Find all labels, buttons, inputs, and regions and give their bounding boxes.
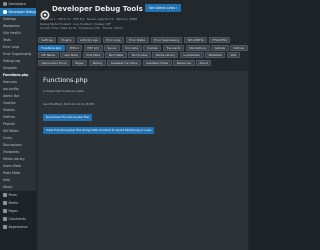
sidebar-subitem[interactable]: Phpinfo (0, 121, 36, 128)
tab-php-ini[interactable]: PHP.ini (66, 44, 83, 51)
sidebar-subitem[interactable]: htaccess (0, 79, 36, 86)
sidebar-subitem[interactable]: Transients (0, 149, 36, 156)
tab-defines[interactable]: Defines (230, 44, 248, 51)
tab-apis[interactable]: APIs (226, 52, 240, 58)
tab-regex[interactable]: Regex (71, 59, 88, 66)
sidebar-subitem[interactable]: Crons (0, 135, 36, 142)
posts-icon (3, 193, 7, 197)
tab-server[interactable]: Server (104, 44, 121, 51)
sidebar-subitem[interactable]: Site Health (0, 30, 36, 37)
tab-activity-logs[interactable]: Activity Logs (76, 37, 102, 43)
content-panel: Functions.php A loader that functions re… (38, 71, 248, 250)
sidebar-subitem[interactable]: Cookies (0, 100, 36, 107)
tab-user-meta[interactable]: User Meta (60, 52, 82, 58)
pages-icon (3, 209, 7, 213)
sidebar-subitem[interactable]: About (0, 184, 36, 191)
comments-icon (3, 217, 7, 221)
tab-transients[interactable]: Transients (162, 44, 185, 51)
tab-error-logs[interactable]: Error Logs (102, 37, 124, 43)
tab-cron-jobs[interactable]: Cron Jobs (121, 44, 142, 51)
tab-globals[interactable]: Globals (211, 44, 229, 51)
tab-db-tables[interactable]: DB Tables (38, 52, 59, 58)
sidebar-subitem[interactable]: Wordpress (0, 23, 36, 30)
sidebar-item-developer-debug-tools[interactable]: Developer Debug Tools (0, 8, 36, 16)
tab-localization[interactable]: Localization (179, 52, 204, 58)
panel-title: Functions.php (43, 76, 88, 84)
sidebar-subitem[interactable]: Tests (0, 37, 36, 44)
panel-description: A loader that functions reads. (43, 89, 85, 93)
sidebar-subitem[interactable]: Debug Log (0, 58, 36, 65)
tab-term-meta[interactable]: Term Meta (105, 52, 127, 58)
sidebar-item-appearance[interactable]: Appearance (0, 223, 36, 231)
tab-metadata[interactable]: Metadata (205, 52, 226, 58)
tab-available-functions[interactable]: Available Functions (107, 59, 142, 66)
sidebar-item-pages[interactable]: Pages (0, 207, 36, 215)
sidebar-subitem[interactable]: Error Suppressing (0, 51, 36, 58)
sidebar-submenu: Settings Wordpress Site Health Tests Error L… (0, 16, 36, 191)
tab-php-info[interactable]: PHP Info (83, 44, 103, 51)
tab-post-meta[interactable]: Post Meta (82, 52, 104, 58)
tab-testing[interactable]: Testing (88, 59, 106, 66)
debug-tools-icon (3, 10, 7, 14)
sidebar-item-dashboard[interactable]: Dashboard (0, 0, 36, 8)
info-line: Debug Mode: Enabled · Log: Enabled · Dis… (40, 21, 111, 26)
sidebar-item-label: Posts (8, 193, 17, 197)
sidebar-item-label: Appearance (8, 225, 28, 229)
sidebar-item-label: Comments (8, 217, 26, 221)
tab-shortcodes[interactable]: Shortcodes (128, 52, 151, 58)
sidebar-subitem[interactable]: Snippets (0, 65, 36, 72)
tab-htaccess[interactable]: HTACCESS (208, 37, 231, 43)
dashboard-icon (3, 2, 7, 6)
sidebar-item-label: Pages (8, 209, 18, 213)
sidebar-item-label: Dashboard (8, 2, 26, 6)
info-line: Current Time: 2024-12-10 · Timezone: UTC… (40, 26, 123, 30)
tab-functions-php[interactable]: Functions.php (38, 44, 65, 51)
sidebar-item-label: Developer Debug Tools (8, 10, 37, 14)
sidebar-subitem[interactable]: Error Logs (0, 44, 36, 51)
sidebar-item-media[interactable]: Media (0, 199, 36, 207)
tab-site-options[interactable]: Site Options (185, 44, 210, 51)
sidebar-item-comments[interactable]: Comments (0, 215, 36, 223)
sidebar-subitem[interactable]: Settings (0, 16, 36, 23)
sidebar-subitem[interactable]: Media Library (0, 156, 36, 163)
tab-wp-config[interactable]: WP-CONFIG (183, 37, 208, 43)
tool-tabs: Settings Plugins Activity Logs Error Logs Er… (38, 37, 248, 66)
tab-available-hooks[interactable]: Available Hooks (142, 59, 172, 66)
tab-error-status[interactable]: Error Status (125, 37, 150, 43)
view-functions-button[interactable]: View Functions.php File Using Safe Conte… (43, 127, 155, 134)
appearance-icon (3, 225, 7, 229)
tab-cookies[interactable]: Cookies (143, 44, 162, 51)
tab-deprecated-funcs[interactable]: Deprecated Funcs (38, 59, 71, 66)
last-modified-text: Last Modified: 2024-12-10 12:28 PM (43, 102, 94, 106)
sidebar-subitem[interactable]: wp-config (0, 86, 36, 93)
download-functions-button[interactable]: Download Functions.php File (43, 114, 92, 121)
sidebar-item-posts[interactable]: Posts (0, 191, 36, 199)
sidebar-subitem[interactable]: Defines (0, 114, 36, 121)
sidebar-subitem[interactable]: Users Meta (0, 163, 36, 170)
sidebar-subitem[interactable]: Admin Bar (0, 93, 36, 100)
admin-links-button[interactable]: See Admin Links › (145, 4, 181, 12)
sidebar-item-label: Media (8, 201, 19, 205)
sidebar-subitem[interactable]: Discussions (0, 142, 36, 149)
admin-sidebar: Dashboard Developer Debug Tools SettingsWo… (0, 0, 36, 250)
page-title: Developer Debug Tools (52, 5, 143, 13)
sidebar-subitem[interactable]: Globals (0, 107, 36, 114)
debug-logo-icon (40, 5, 50, 20)
tab-plugins[interactable]: Plugins (57, 37, 76, 43)
page-header: Developer Debug Tools See Admin Links › … (38, 2, 248, 34)
info-line: Plugin v2.1 · WP 6.7.1 · PHP 8.2 · Serve… (40, 17, 137, 21)
sidebar-subitem[interactable]: Posts Meta (0, 170, 36, 177)
sidebar-subitem[interactable]: Help (0, 177, 36, 184)
tab-about[interactable]: About (196, 59, 212, 66)
sidebar-subitem[interactable]: DB Tables (0, 128, 36, 135)
main-content: Developer Debug Tools See Admin Links › … (36, 0, 250, 250)
sidebar-subitem[interactable]: Functions.php (0, 72, 36, 79)
tab-settings[interactable]: Settings (38, 37, 57, 43)
tab-media-library[interactable]: Media Library (152, 52, 179, 58)
tab-resources[interactable]: Resources (173, 59, 195, 66)
media-icon (3, 201, 7, 205)
tab-error-suppressing[interactable]: Error Suppressing (150, 37, 183, 43)
